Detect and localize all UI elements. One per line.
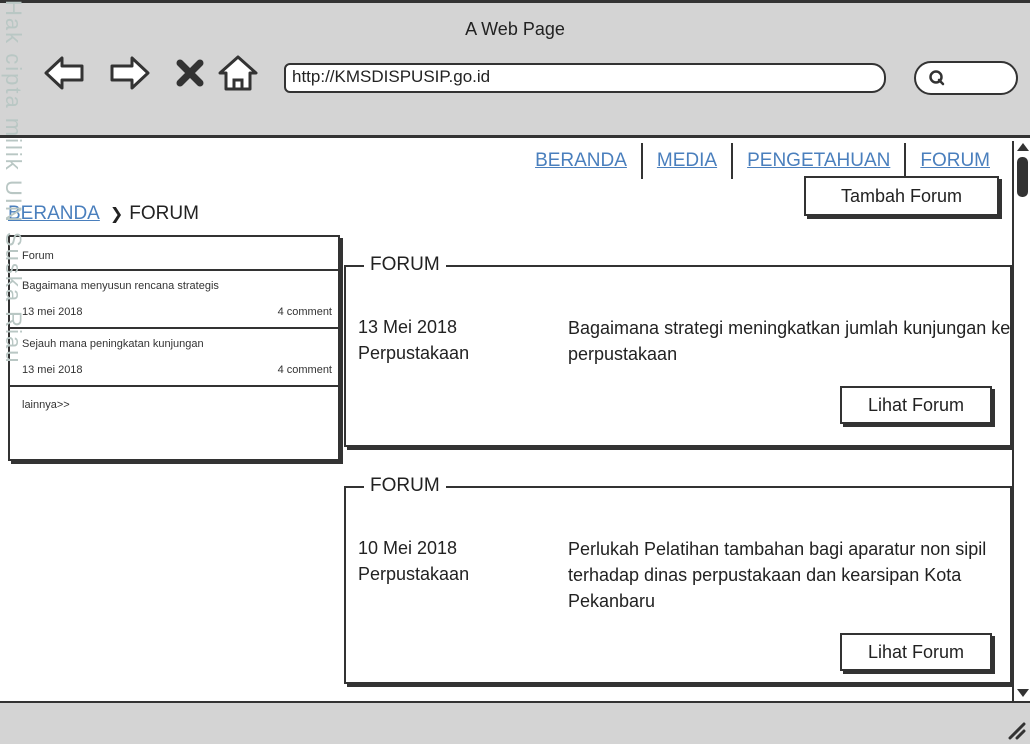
forum-category: Perpustakaan — [358, 564, 470, 584]
chevron-right-icon: ❯ — [109, 206, 124, 223]
forum-category: Perpustakaan — [358, 343, 470, 363]
address-bar[interactable]: http://KMSDISPUSIP.go.id — [284, 63, 886, 93]
forum-topic: Bagaimana strategi meningkatkan jumlah k… — [568, 318, 1011, 364]
vertical-scrollbar[interactable] — [1012, 141, 1030, 701]
breadcrumb-current: FORUM — [129, 203, 199, 224]
forum-date: 10 Mei 2018 — [358, 538, 458, 558]
forum-topic: Perlukah Pelatihan tambahan bagi aparatu… — [568, 539, 987, 611]
sidebar-heading: Forum — [10, 237, 338, 271]
home-icon[interactable] — [216, 53, 260, 93]
scroll-up-arrow-icon[interactable] — [1017, 143, 1029, 151]
search-input[interactable] — [914, 61, 1018, 95]
forum-card-legend: FORUM — [364, 248, 446, 282]
view-forum-button[interactable]: Lihat Forum — [840, 386, 992, 424]
scroll-down-arrow-icon[interactable] — [1017, 689, 1029, 697]
back-arrow-icon[interactable] — [42, 53, 86, 93]
add-forum-button[interactable]: Tambah Forum — [804, 176, 999, 216]
list-item-title[interactable]: Bagaimana menyusun rencana strategis — [22, 271, 332, 299]
breadcrumb-home-link[interactable]: BERANDA — [8, 203, 100, 225]
browser-chrome: A Web Page http://KMSDISPUSIP.go.id — [0, 0, 1030, 138]
resize-grip-icon[interactable] — [1004, 718, 1026, 740]
forum-date: 13 Mei 2018 — [358, 317, 458, 337]
list-item-date: 13 mei 2018 — [22, 364, 83, 376]
scroll-thumb[interactable] — [1017, 157, 1028, 197]
list-item-date: 13 mei 2018 — [22, 306, 83, 318]
nav-link-beranda[interactable]: BERANDA — [521, 143, 641, 179]
nav-link-pengetahuan[interactable]: PENGETAHUAN — [731, 143, 904, 179]
nav-link-forum[interactable]: FORUM — [904, 143, 1004, 179]
search-icon — [929, 70, 945, 86]
nav-link-media[interactable]: MEDIA — [640, 143, 731, 179]
list-item-comments: 4 comment — [277, 364, 332, 376]
top-navigation: BERANDA MEDIA PENGETAHUAN FORUM — [521, 143, 1004, 179]
list-item-comments: 4 comment — [277, 306, 332, 318]
forum-card: FORUM 10 Mei 2018 Perpustakaan Perlukah … — [344, 469, 1012, 684]
more-link[interactable]: lainnya>> — [10, 387, 338, 423]
list-item[interactable]: Bagaimana menyusun rencana strategis 13 … — [10, 271, 338, 329]
status-bar — [0, 701, 1030, 744]
forum-card-legend: FORUM — [364, 469, 446, 503]
page-content: BERANDA MEDIA PENGETAHUAN FORUM Tambah F… — [0, 141, 1012, 701]
view-forum-button[interactable]: Lihat Forum — [840, 633, 992, 671]
forum-sidebar-list: Forum Bagaimana menyusun rencana strateg… — [8, 235, 340, 461]
breadcrumb: BERANDA ❯ FORUM — [8, 203, 199, 225]
forward-arrow-icon[interactable] — [108, 53, 152, 93]
stop-x-icon[interactable] — [170, 53, 210, 93]
list-item[interactable]: Sejauh mana peningkatan kunjungan 13 mei… — [10, 329, 338, 387]
window-title: A Web Page — [465, 19, 565, 39]
list-item-title[interactable]: Sejauh mana peningkatan kunjungan — [22, 329, 332, 357]
forum-card: FORUM 13 Mei 2018 Perpustakaan Bagaimana… — [344, 248, 1012, 447]
browser-window: A Web Page http://KMSDISPUSIP.go.id BERA… — [0, 0, 1030, 744]
